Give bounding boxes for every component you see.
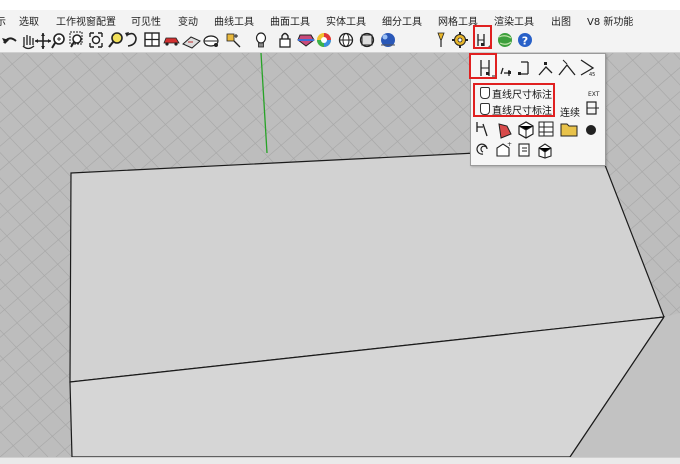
- zoom-dynamic-icon[interactable]: [51, 33, 65, 49]
- pan-hand-icon[interactable]: [22, 35, 35, 50]
- svg-text:45: 45: [589, 72, 595, 78]
- menu-bar: 示 选取 工作视窗配置 可见性 变动 曲线工具 曲面工具 实体工具 细分工具 网…: [0, 10, 680, 28]
- car-named-view-icon[interactable]: [163, 37, 180, 46]
- block-manager-icon[interactable]: [518, 143, 530, 157]
- zoom-extents-icon[interactable]: [89, 32, 103, 48]
- menu-item-mesh-tools[interactable]: 网格工具: [438, 13, 478, 28]
- export-object-icon[interactable]: [538, 143, 552, 159]
- aligned-dimension-icon[interactable]: [500, 67, 511, 76]
- menu-item-curve-tools[interactable]: 曲线工具: [214, 13, 254, 28]
- menu-items-highlight-box: [473, 83, 555, 117]
- text-dot-icon[interactable]: [586, 125, 596, 135]
- lightbulb-icon[interactable]: [255, 32, 267, 48]
- menu-item-v8-new-features[interactable]: V8 新功能: [587, 13, 633, 28]
- rotated-dimension-icon[interactable]: [518, 61, 529, 75]
- annotation-table-icon[interactable]: [538, 121, 554, 137]
- angle-dimension-icon[interactable]: [538, 62, 553, 76]
- menu-item-layout[interactable]: 出图: [551, 13, 571, 28]
- hatch-icon[interactable]: [498, 123, 512, 139]
- svg-text:+: +: [507, 141, 512, 148]
- layer-color-icon[interactable]: [297, 34, 315, 47]
- menu-item-subd-tools[interactable]: 细分工具: [382, 13, 422, 28]
- color-wheel-icon[interactable]: [317, 33, 331, 47]
- lock-icon[interactable]: [279, 32, 291, 48]
- main-toolbar: ?: [0, 28, 680, 53]
- svg-text:?: ?: [522, 35, 528, 48]
- green-globe-icon[interactable]: [498, 33, 512, 47]
- menu-item-render-tools[interactable]: 渲染工具: [494, 13, 534, 28]
- wireframe-sphere-icon[interactable]: [338, 32, 354, 48]
- spiral-icon[interactable]: [476, 143, 488, 155]
- menu-item-solid-tools[interactable]: 实体工具: [326, 13, 366, 28]
- help-icon[interactable]: ?: [518, 33, 532, 48]
- rotate-view-icon[interactable]: [35, 33, 51, 49]
- object-snap-icon[interactable]: [226, 33, 241, 48]
- extension-line-label: EXT: [588, 91, 600, 98]
- menu-item-visibility[interactable]: 可见性: [131, 13, 161, 28]
- box-solid[interactable]: [69, 146, 680, 457]
- zoom-window-icon[interactable]: [69, 31, 83, 48]
- folder-icon[interactable]: [560, 123, 578, 137]
- grid-line: [0, 431, 25, 457]
- hide-object-icon[interactable]: [437, 32, 445, 47]
- continue-label: 连续: [560, 108, 580, 119]
- undo-icon[interactable]: [2, 37, 17, 44]
- four-viewports-icon[interactable]: [144, 32, 160, 47]
- block-insert-icon[interactable]: +: [496, 141, 512, 157]
- leader-dimension-icon[interactable]: [476, 122, 488, 137]
- make-2d-icon[interactable]: [518, 121, 534, 139]
- continue-dimension-icon[interactable]: [586, 101, 599, 115]
- menu-item-surface-tools[interactable]: 曲面工具: [270, 13, 310, 28]
- grid-line: [0, 53, 16, 457]
- ortho-view-icon[interactable]: [203, 35, 219, 47]
- shaded-display-icon[interactable]: [359, 32, 375, 48]
- rendered-sphere-icon[interactable]: [381, 33, 395, 47]
- menu-item-transform[interactable]: 变动: [178, 13, 198, 28]
- toolbar-highlight-box: [473, 25, 492, 49]
- settings-gear-icon[interactable]: [452, 32, 468, 48]
- menu-item-display[interactable]: 示: [0, 13, 6, 28]
- menu-item-select[interactable]: 选取: [19, 13, 39, 28]
- grid-line: [0, 53, 44, 457]
- radial-dimension-icon[interactable]: [558, 59, 576, 76]
- undo-view-icon[interactable]: [125, 32, 137, 47]
- ordinate-dimension-icon[interactable]: 45: [580, 59, 595, 78]
- flyout-button-highlight-box: [469, 53, 497, 79]
- construction-plane-icon[interactable]: [182, 36, 201, 49]
- menu-item-viewport-layout[interactable]: 工作视窗配置: [56, 13, 116, 28]
- zoom-selected-icon[interactable]: [108, 32, 123, 48]
